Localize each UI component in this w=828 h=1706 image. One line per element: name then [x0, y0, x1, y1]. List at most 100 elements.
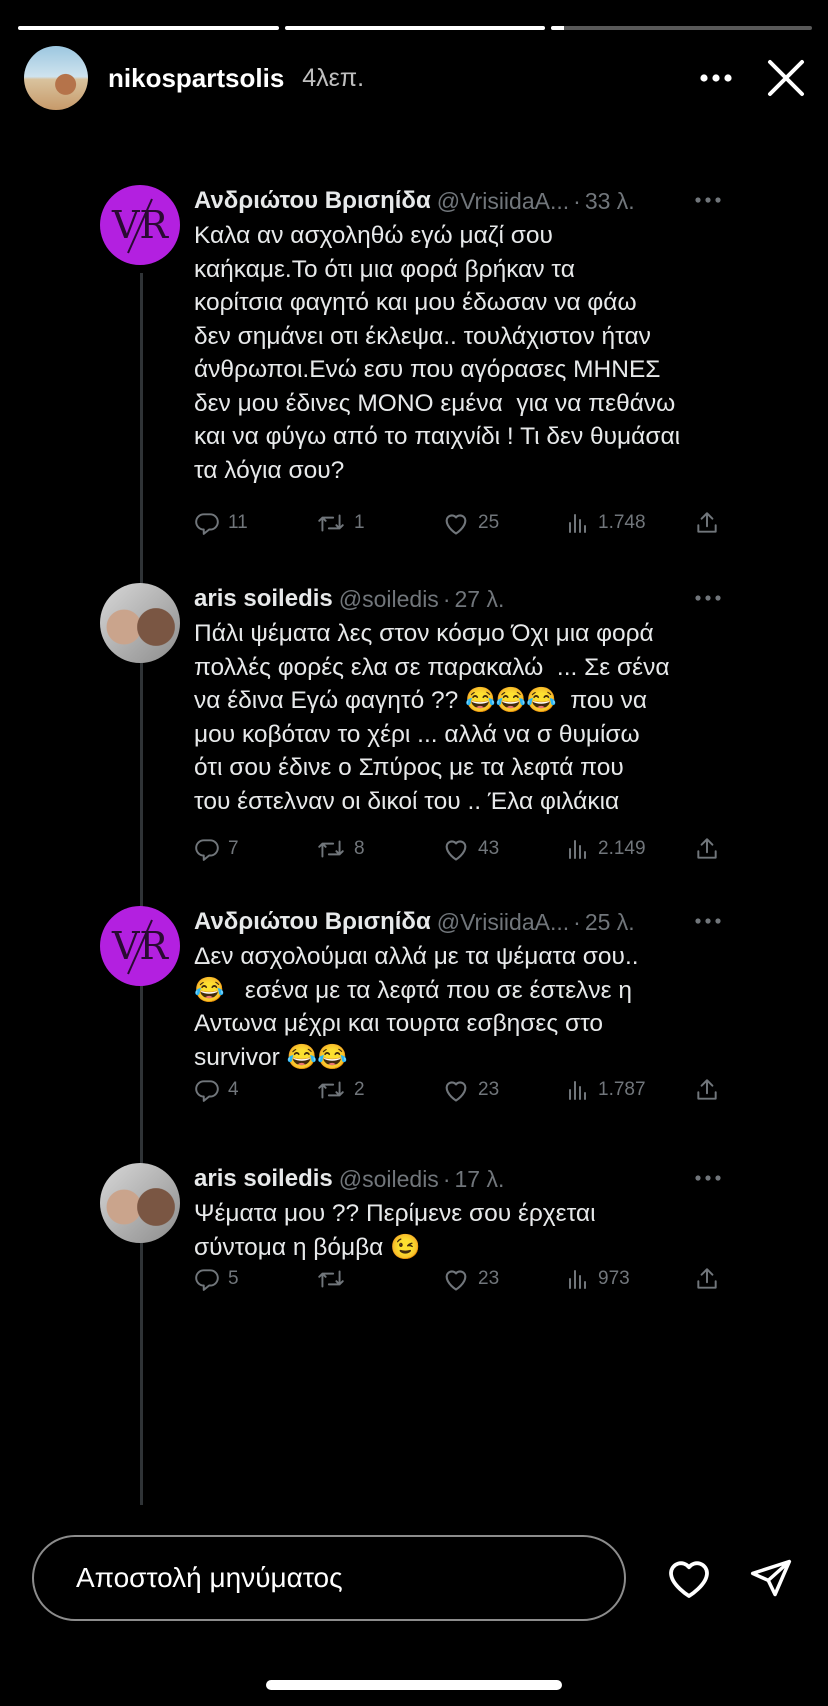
home-indicator: [266, 1680, 562, 1690]
tweet-author-name[interactable]: aris soiledis: [194, 1165, 333, 1193]
heart-icon: [445, 840, 467, 861]
vr-logo-icon: VR: [111, 198, 169, 254]
like-button[interactable]: 23: [442, 1266, 499, 1292]
retweet-count: 2: [354, 1079, 365, 1100]
share-button[interactable]: [694, 836, 728, 862]
share-icon: [697, 1079, 717, 1100]
reply-button[interactable]: 5: [194, 1266, 239, 1292]
retweet-icon: [318, 1081, 344, 1099]
views-button[interactable]: 1.748: [566, 511, 646, 535]
tweet-author-name[interactable]: aris soiledis: [194, 585, 333, 613]
tweet-actions: 11 1 25 1.748: [194, 507, 734, 539]
tweet-time[interactable]: 33 λ.: [585, 188, 635, 215]
tweet-author-handle[interactable]: @soiledis: [339, 586, 439, 613]
tweet-author-name[interactable]: Ανδριώτου Βρισηίδα: [194, 908, 431, 936]
share-button[interactable]: [694, 1077, 728, 1103]
avatar[interactable]: VR: [100, 185, 180, 265]
story-username[interactable]: nikospartsolis: [108, 63, 284, 94]
like-count: 23: [478, 1079, 500, 1100]
ellipsis-icon: [695, 197, 721, 203]
view-count: 1.787: [598, 1079, 646, 1100]
retweet-icon: [318, 840, 344, 858]
bar-chart-icon: [569, 840, 586, 859]
separator-dot: ·: [573, 187, 581, 214]
view-count: 1.748: [598, 512, 646, 533]
like-count: 23: [478, 1268, 500, 1289]
reply-icon: [195, 839, 219, 861]
retweet-count: 1: [354, 512, 365, 533]
retweet-button[interactable]: 1: [316, 510, 365, 536]
ellipsis-icon: [700, 74, 732, 82]
share-button[interactable]: [694, 510, 728, 536]
tweet-more-button[interactable]: [688, 1161, 728, 1195]
message-input[interactable]: [74, 1561, 624, 1595]
tweet-author-name[interactable]: Ανδριώτου Βρισηίδα: [194, 187, 431, 215]
story-avatar[interactable]: [24, 46, 88, 110]
tweet-author-handle[interactable]: @VrisiidaA...: [437, 909, 569, 936]
more-options-button[interactable]: [696, 58, 736, 98]
like-button[interactable]: 43: [442, 836, 499, 862]
bar-chart-icon: [569, 1081, 586, 1100]
story-progress: [18, 26, 813, 30]
send-button[interactable]: [746, 1553, 796, 1603]
message-reply-bar[interactable]: [32, 1535, 626, 1621]
tweet-actions: 7 8 43 2.149: [194, 833, 734, 865]
tweet-header: Ανδριώτου Βρισηίδα @VrisiidaA... · 33 λ.: [194, 185, 734, 217]
tweet-time[interactable]: 17 λ.: [454, 1166, 504, 1193]
like-count: 43: [478, 838, 500, 859]
retweet-count: 8: [354, 838, 365, 859]
tweet-time[interactable]: 25 λ.: [585, 909, 635, 936]
like-count: 25: [478, 512, 500, 533]
progress-segment: [551, 26, 813, 30]
reply-button[interactable]: 4: [194, 1077, 239, 1103]
views-button[interactable]: 973: [566, 1267, 630, 1291]
reply-count: 4: [228, 1079, 239, 1100]
tweet-text: Δεν ασχολούμαι αλλά με τα ψέματα σου.. 😂…: [194, 943, 639, 1071]
retweet-button[interactable]: [316, 1266, 354, 1292]
tweet-more-button[interactable]: [688, 581, 728, 615]
view-count: 973: [598, 1268, 630, 1289]
tweet-more-button[interactable]: [688, 904, 728, 938]
avatar[interactable]: VR: [100, 906, 180, 986]
retweet-button[interactable]: 8: [316, 836, 365, 862]
share-icon: [697, 1268, 717, 1289]
views-button[interactable]: 2.149: [566, 837, 646, 861]
retweet-button[interactable]: 2: [316, 1077, 365, 1103]
retweet-icon: [318, 1270, 344, 1288]
tweet-author-handle[interactable]: @VrisiidaA...: [437, 188, 569, 215]
reply-button[interactable]: 7: [194, 836, 239, 862]
share-button[interactable]: [694, 1266, 728, 1292]
heart-icon: [445, 1270, 467, 1291]
avatar[interactable]: [100, 1163, 180, 1243]
tweet-header: Ανδριώτου Βρισηίδα @VrisiidaA... · 25 λ.: [194, 906, 734, 938]
separator-dot: ·: [442, 585, 451, 612]
tweet-author-handle[interactable]: @soiledis: [339, 1166, 439, 1193]
reply-button[interactable]: 11: [194, 510, 248, 536]
vr-logo-icon: VR: [111, 919, 169, 975]
thread-line: [140, 273, 143, 1505]
reply-count: 11: [228, 512, 248, 533]
retweet-icon: [318, 514, 344, 532]
tweet-time[interactable]: 27 λ.: [454, 586, 504, 613]
bar-chart-icon: [569, 514, 586, 533]
reply-icon: [195, 513, 219, 535]
close-button[interactable]: [762, 54, 810, 102]
separator-dot: ·: [442, 1165, 451, 1192]
reply-count: 7: [228, 838, 239, 859]
like-story-button[interactable]: [664, 1553, 714, 1603]
progress-segment: [284, 26, 546, 30]
ellipsis-icon: [695, 918, 721, 924]
reply-count: 5: [228, 1268, 239, 1289]
like-button[interactable]: 25: [442, 510, 499, 536]
tweet-header: aris soiledis @soiledis · 17 λ.: [194, 1163, 734, 1195]
tweet-header: aris soiledis @soiledis · 27 λ.: [194, 583, 734, 615]
tweet-text: Καλα αν ασχοληθώ εγώ μαζί σου καήκαμε.Το…: [194, 222, 681, 484]
reply-icon: [195, 1080, 219, 1102]
bar-chart-icon: [569, 1270, 586, 1289]
avatar[interactable]: [100, 583, 180, 663]
like-button[interactable]: 23: [442, 1077, 499, 1103]
tweet-more-button[interactable]: [688, 183, 728, 217]
tweet-actions: 4 2 23 1.787: [194, 1074, 734, 1106]
close-icon: [768, 60, 804, 96]
views-button[interactable]: 1.787: [566, 1078, 646, 1102]
